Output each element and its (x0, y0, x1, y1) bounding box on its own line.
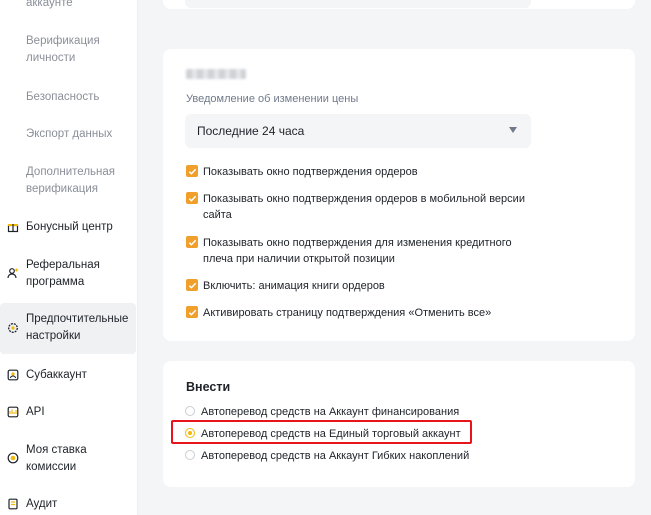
radio-unselected-icon[interactable] (185, 450, 195, 460)
sidebar-item-preferences[interactable]: Предпочтительные настройки (0, 303, 136, 354)
sidebar-item-bonus-center[interactable]: Бонусный центр (0, 219, 136, 236)
price-notification-panel: Уведомление об изменении цены Последние … (163, 49, 635, 341)
price-notification-select[interactable]: Последние 24 часа (185, 114, 531, 148)
checkbox-mobile-order-confirm[interactable]: Показывать окно подтверждения ордеров в … (186, 191, 526, 223)
checkbox-checked-icon[interactable] (186, 192, 198, 204)
checkbox-checked-icon[interactable] (186, 279, 198, 291)
sidebar-item-commission-rate[interactable]: Моя ставка комиссии (0, 442, 136, 476)
checkbox-checked-icon[interactable] (186, 306, 198, 318)
audit-icon (7, 498, 19, 510)
checkbox-label: Показывать окно подтверждения для измене… (203, 237, 512, 265)
radio-label: Автоперевод средств на Аккаунт финансиро… (201, 406, 460, 418)
settings-sidebar: аккаунте Верификация личности Безопаснос… (0, 0, 138, 515)
sidebar-item-label: Субаккаунт (26, 369, 87, 381)
sidebar-item-label: API (26, 406, 45, 418)
sidebar-subitem-security[interactable]: Безопасность (26, 89, 126, 106)
previous-field[interactable] (185, 0, 531, 8)
radio-funding-account[interactable]: Автоперевод средств на Аккаунт финансиро… (185, 405, 459, 419)
sidebar-item-subaccount[interactable]: Субаккаунт (0, 367, 136, 384)
previous-settings-panel (163, 0, 635, 9)
sidebar-subitem-account[interactable]: аккаунте (26, 0, 126, 12)
gift-icon (7, 221, 19, 233)
sidebar-subitem-additional-verification[interactable]: Дополнительная верификация (26, 164, 126, 198)
price-notification-label: Уведомление об изменении цены (186, 93, 359, 105)
checkbox-label: Включить: анимация книги ордеров (203, 280, 385, 292)
api-icon (7, 406, 19, 418)
checkbox-label: Показывать окно подтверждения ордеров в … (203, 193, 525, 221)
checkbox-checked-icon[interactable] (186, 236, 198, 248)
checkbox-cancel-all-confirm[interactable]: Активировать страницу подтверждения «Отм… (186, 305, 526, 321)
caret-down-icon (509, 127, 517, 133)
radio-flexible-savings-account[interactable]: Автоперевод средств на Аккаунт Гибких на… (185, 449, 469, 463)
checkbox-checked-icon[interactable] (186, 165, 198, 177)
redacted-section-title (186, 69, 246, 79)
checkbox-label: Показывать окно подтверждения ордеров (203, 166, 418, 178)
sidebar-item-label: Реферальная программа (26, 259, 100, 288)
user-add-icon (7, 267, 19, 279)
sidebar-subitem-data-export[interactable]: Экспорт данных (26, 126, 126, 143)
subaccount-icon (7, 369, 19, 381)
checkbox-order-confirm[interactable]: Показывать окно подтверждения ордеров (186, 164, 526, 180)
radio-label: Автоперевод средств на Аккаунт Гибких на… (201, 450, 470, 462)
highlight-annotation-box (171, 420, 472, 444)
sidebar-item-api[interactable]: API (0, 404, 136, 421)
sidebar-item-referral[interactable]: Реферальная программа (0, 257, 136, 291)
sidebar-item-label: Аудит (26, 498, 58, 510)
sidebar-item-label: Моя ставка комиссии (26, 444, 87, 473)
commission-icon (7, 452, 19, 464)
select-value: Последние 24 часа (197, 124, 305, 138)
sidebar-item-audit[interactable]: Аудит (0, 496, 136, 513)
sidebar-item-label: Бонусный центр (26, 221, 113, 233)
settings-gear-icon (7, 322, 19, 334)
checkbox-orderbook-animation[interactable]: Включить: анимация книги ордеров (186, 278, 526, 294)
checkbox-leverage-confirm[interactable]: Показывать окно подтверждения для измене… (186, 235, 526, 267)
checkbox-label: Активировать страницу подтверждения «Отм… (203, 307, 492, 319)
sidebar-item-label: Предпочтительные настройки (26, 313, 129, 342)
sidebar-subitem-identity-verification[interactable]: Верификация личности (26, 33, 126, 67)
radio-unselected-icon[interactable] (185, 406, 195, 416)
deposit-panel: Внести Автоперевод средств на Аккаунт фи… (163, 361, 635, 487)
deposit-title: Внести (186, 380, 231, 394)
